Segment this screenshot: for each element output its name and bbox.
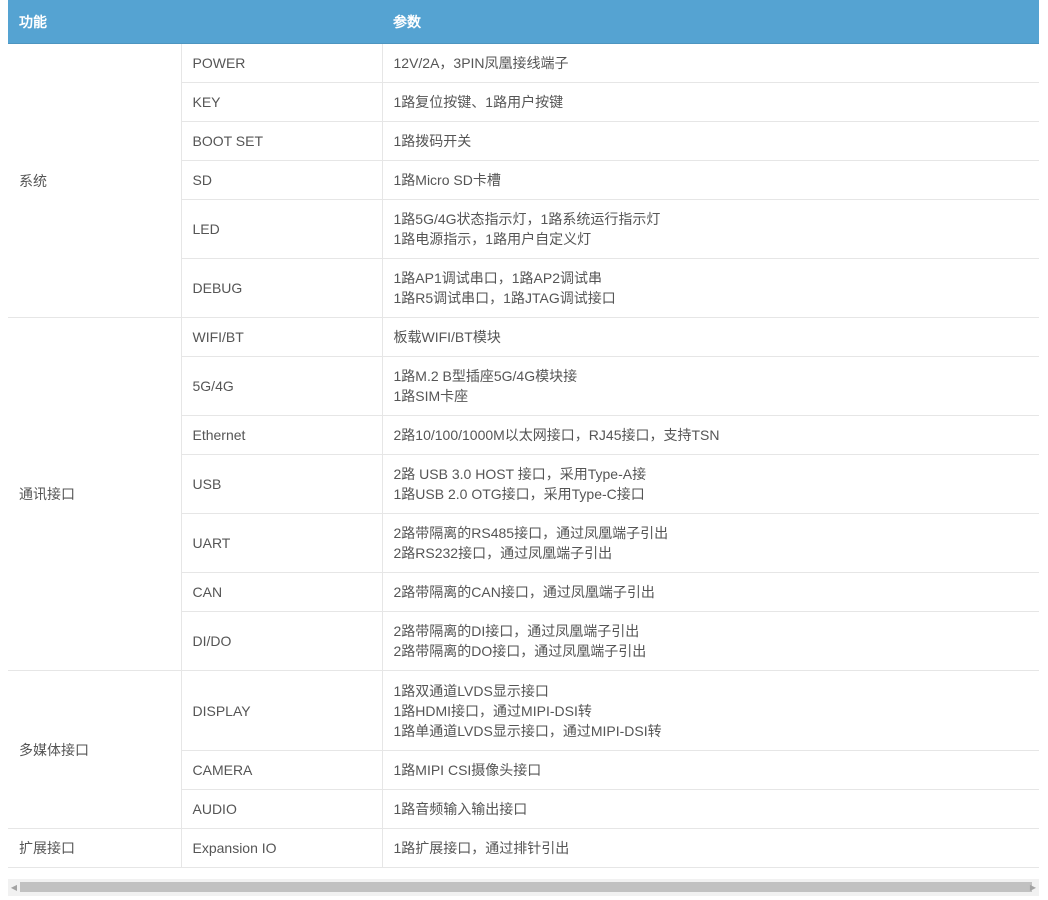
param-line: 1路5G/4G状态指示灯，1路系统运行指示灯: [393, 211, 661, 227]
param-line: 1路双通道LVDS显示接口: [393, 682, 549, 699]
params-cell: 2路带隔离的DI接口，通过凤凰端子引出 2路带隔离的DO接口，通过凤凰端子引出: [382, 611, 1039, 671]
param-line: 2路带隔离的CAN接口，通过凤凰端子引出: [393, 584, 655, 600]
param-line: 1路复位按键、1路用户按键: [393, 94, 564, 110]
feature-cell: CAMERA: [181, 750, 383, 790]
table-row: 扩展接口 Expansion IO 1路扩展接口，通过排针引出: [8, 828, 1039, 868]
param-line: 2路RS232接口，通过凤凰端子引出: [393, 545, 613, 561]
param-line: 1路M.2 B型插座5G/4G模块接: [393, 368, 578, 384]
param-line: 1路HDMI接口，通过MIPI-DSI转: [393, 702, 592, 719]
param-line: 1路R5调试串口，1路JTAG调试接口: [393, 290, 616, 306]
feature-cell: CAN: [181, 572, 383, 612]
param-line: 1路拨码开关: [393, 133, 472, 149]
table-row: 多媒体接口 DISPLAY 1路双通道LVDS显示接口 1路HDMI接口，通过MIPI…: [8, 670, 1039, 829]
params-cell: 1路5G/4G状态指示灯，1路系统运行指示灯 1路电源指示，1路用户自定义灯: [382, 199, 1039, 259]
table-row: 系统 POWER 12V/2A，3PIN凤凰接线端子: [8, 43, 1039, 318]
param-line: 板载WIFI/BT模块: [393, 329, 501, 345]
table-body: 系统 POWER 12V/2A，3PIN凤凰接线端子 KEY 1路复位按键、1路用户按键…: [8, 43, 1039, 868]
scrollbar-thumb[interactable]: [20, 882, 1032, 892]
param-line: 2路10/100/1000M以太网接口，RJ45接口，支持TSN: [393, 427, 720, 443]
params-cell: 12V/2A，3PIN凤凰接线端子: [382, 43, 1039, 83]
category-cell: 多媒体接口: [8, 670, 182, 829]
param-line: 2路 USB 3.0 HOST 接口，采用Type-A接: [393, 466, 647, 482]
feature-cell: USB: [181, 454, 383, 514]
feature-cell: DISPLAY: [181, 670, 383, 751]
feature-cell: SD: [181, 160, 383, 200]
feature-cell: BOOT SET: [181, 121, 383, 161]
params-cell: 1路Micro SD卡槽: [382, 160, 1039, 200]
feature-cell: WIFI/BT: [181, 317, 383, 357]
params-cell: 1路扩展接口，通过排针引出: [382, 828, 1039, 868]
spec-table-container: 功能 参数 系统 POWER 12V/2A，3PIN凤凰接线端子 KEY 1路复位按键、…: [8, 0, 1039, 868]
header-params: 参数: [382, 0, 1039, 44]
feature-cell: KEY: [181, 82, 383, 122]
params-cell: 1路音频输入输出接口: [382, 789, 1039, 829]
param-line: 1路Micro SD卡槽: [393, 172, 501, 188]
header-function: 功能: [8, 0, 382, 44]
param-line: 1路AP1调试串口，1路AP2调试串: [393, 270, 603, 286]
params-cell: 2路带隔离的RS485接口，通过凤凰端子引出 2路RS232接口，通过凤凰端子引出: [382, 513, 1039, 573]
feature-cell: AUDIO: [181, 789, 383, 829]
param-line: 2路带隔离的DI接口，通过凤凰端子引出: [393, 623, 640, 639]
params-cell: 2路10/100/1000M以太网接口，RJ45接口，支持TSN: [382, 415, 1039, 455]
table-row: 通讯接口 WIFI/BT 板载WIFI/BT模块: [8, 317, 1039, 671]
spec-table: 功能 参数 系统 POWER 12V/2A，3PIN凤凰接线端子 KEY 1路复位按键、…: [8, 0, 1039, 868]
feature-cell: DEBUG: [181, 258, 383, 318]
feature-cell: DI/DO: [181, 611, 383, 671]
horizontal-scrollbar[interactable]: ◀ ▶: [8, 879, 1039, 896]
param-line: 1路USB 2.0 OTG接口，采用Type-C接口: [393, 486, 645, 502]
params-cell: 2路带隔离的CAN接口，通过凤凰端子引出: [382, 572, 1039, 612]
params-cell: 1路拨码开关: [382, 121, 1039, 161]
feature-cell: LED: [181, 199, 383, 259]
feature-cell: Expansion IO: [181, 828, 383, 868]
param-line: 1路音频输入输出接口: [393, 801, 528, 817]
category-cell: 扩展接口: [8, 828, 182, 868]
param-line: 1路扩展接口，通过排针引出: [393, 840, 570, 856]
category-cell: 通讯接口: [8, 317, 182, 671]
params-cell: 1路双通道LVDS显示接口 1路HDMI接口，通过MIPI-DSI转 1路单通道LV…: [382, 670, 1039, 751]
feature-cell: UART: [181, 513, 383, 573]
feature-cell: POWER: [181, 43, 383, 83]
param-line: 2路带隔离的DO接口，通过凤凰端子引出: [393, 643, 647, 659]
param-line: 1路MIPI CSI摄像头接口: [393, 762, 542, 778]
param-line: 12V/2A，3PIN凤凰接线端子: [393, 55, 569, 71]
feature-cell: 5G/4G: [181, 356, 383, 416]
params-cell: 板载WIFI/BT模块: [382, 317, 1039, 357]
params-cell: 2路 USB 3.0 HOST 接口，采用Type-A接 1路USB 2.0 OT…: [382, 454, 1039, 514]
params-cell: 1路AP1调试串口，1路AP2调试串 1路R5调试串口，1路JTAG调试接口: [382, 258, 1039, 318]
table-header-row: 功能 参数: [8, 0, 1039, 44]
scroll-left-icon[interactable]: ◀: [8, 879, 20, 896]
params-cell: 1路MIPI CSI摄像头接口: [382, 750, 1039, 790]
param-line: 1路单通道LVDS显示接口，通过MIPI-DSI转: [393, 722, 662, 739]
feature-cell: Ethernet: [181, 415, 383, 455]
param-line: 1路SIM卡座: [393, 388, 469, 404]
params-cell: 1路M.2 B型插座5G/4G模块接 1路SIM卡座: [382, 356, 1039, 416]
param-line: 1路电源指示，1路用户自定义灯: [393, 231, 592, 247]
params-cell: 1路复位按键、1路用户按键: [382, 82, 1039, 122]
scroll-right-icon[interactable]: ▶: [1027, 879, 1039, 896]
category-cell: 系统: [8, 43, 182, 318]
param-line: 2路带隔离的RS485接口，通过凤凰端子引出: [393, 525, 669, 541]
